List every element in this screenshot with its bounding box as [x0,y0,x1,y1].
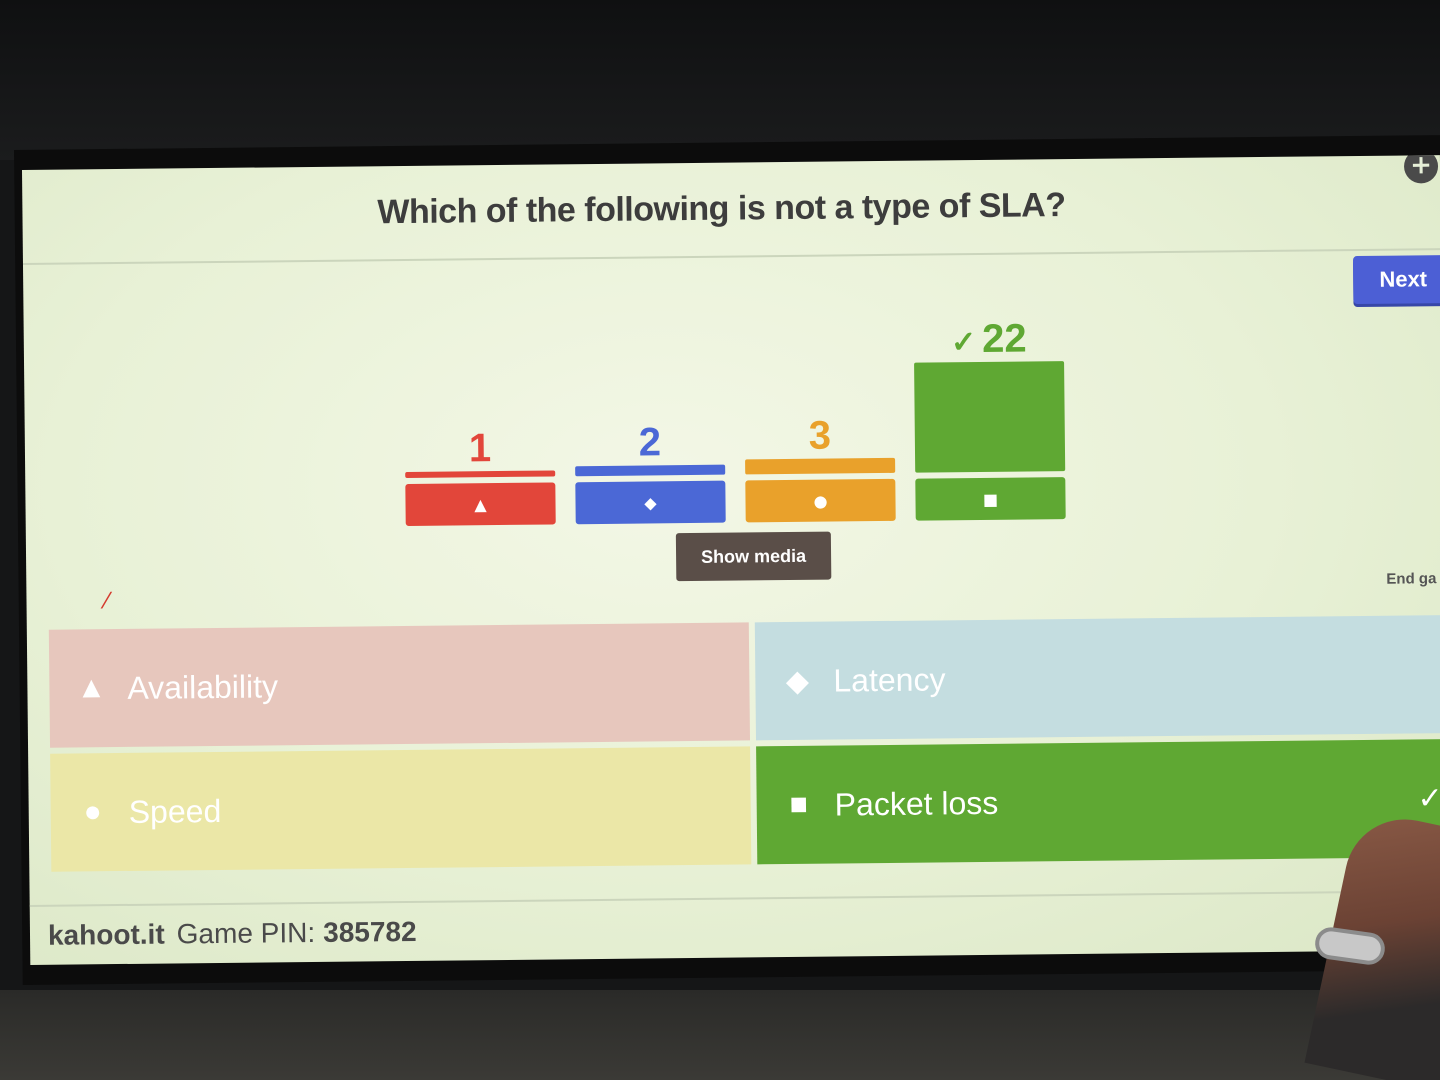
question-title: Which of the following is not a type of … [377,186,1066,232]
bar-base-triangle: ▲ [405,482,555,526]
result-bar-triangle: 1 ▲ [405,425,556,526]
square-icon: ■ [983,489,998,508]
answer-tile-speed: ● Speed [50,746,751,871]
bar-fill-square [914,361,1065,473]
answer-grid: ▲ Availability ◆ Latency ● Speed ■ Packe… [49,615,1440,880]
answer-tile-packet-loss: ■ Packet loss ✓ [756,739,1440,864]
square-icon: ■ [779,788,819,822]
bar-count-diamond: 2 [575,420,725,467]
circle-icon: ● [73,795,113,829]
answer-label: Availability [127,668,278,707]
game-pin-value: 385782 [323,916,417,949]
result-bar-circle: 3 ● [745,413,896,523]
bar-base-square: ■ [915,477,1065,521]
pen-annotation-mark: ⁄ [104,589,108,614]
end-game-link[interactable]: End ga [1386,570,1436,588]
bar-base-circle: ● [745,479,895,523]
answer-tile-availability: ▲ Availability [49,622,750,747]
bar-count-circle: 3 [745,413,895,460]
triangle-icon: ▲ [71,671,111,705]
bar-count-square: ✓22 [914,316,1064,363]
brand-url: kahoot.it [48,919,165,952]
projected-kahoot-screen: Which of the following is not a type of … [22,155,1440,965]
question-header: Which of the following is not a type of … [22,155,1440,265]
next-button[interactable]: Next [1353,255,1440,304]
game-pin-label: Game PIN: [177,917,316,950]
show-media-button[interactable]: Show media [676,532,831,582]
bar-fill-diamond [575,465,725,477]
room-ceiling [0,0,1440,160]
answer-label: Speed [129,792,222,830]
bar-fill-circle [745,458,895,475]
results-chart: 1 ▲ 2 ◆ 3 ● ✓22 ■ [403,279,1105,526]
bar-count-triangle: 1 [405,425,555,472]
room-wall [0,990,1440,1080]
diamond-icon: ◆ [777,663,817,698]
answer-tile-latency: ◆ Latency [755,615,1440,740]
triangle-icon: ▲ [474,495,487,514]
answer-label: Latency [833,661,945,699]
check-icon: ✓ [951,326,976,359]
result-bar-diamond: 2 ◆ [575,420,726,525]
diamond-icon: ◆ [644,493,657,512]
check-icon: ✓ [1417,781,1440,816]
answer-label: Packet loss [834,784,998,823]
result-bar-square: ✓22 ■ [914,316,1066,521]
bar-fill-triangle [405,470,555,478]
circle-icon: ● [813,491,827,510]
bar-base-diamond: ◆ [575,481,725,525]
